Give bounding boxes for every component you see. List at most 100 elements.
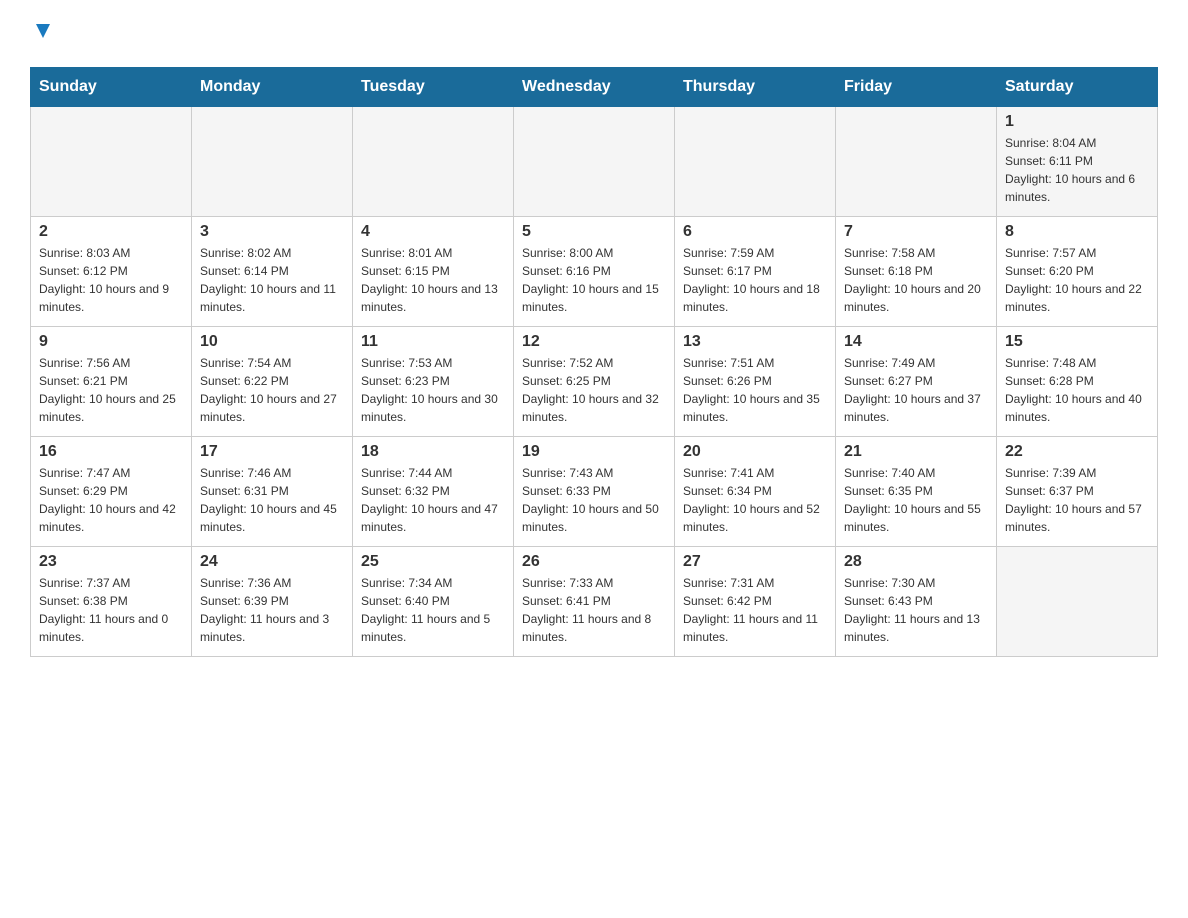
day-info: Sunrise: 7:33 AM Sunset: 6:41 PM Dayligh… (522, 574, 666, 646)
calendar-cell: 17 Sunrise: 7:46 AM Sunset: 6:31 PM Dayli… (192, 437, 353, 547)
calendar-cell (997, 547, 1158, 657)
calendar-cell: 27 Sunrise: 7:31 AM Sunset: 6:42 PM Dayli… (675, 547, 836, 657)
calendar-cell: 19 Sunrise: 7:43 AM Sunset: 6:33 PM Dayli… (514, 437, 675, 547)
day-number: 23 (39, 553, 183, 571)
day-number: 6 (683, 223, 827, 241)
calendar-cell: 14Sunrise: 7:49 AM Sunset: 6:27 PM Dayli… (836, 327, 997, 437)
calendar-cell: 22 Sunrise: 7:39 AM Sunset: 6:37 PM Dayli… (997, 437, 1158, 547)
day-info: Sunrise: 7:48 AM Sunset: 6:28 PM Dayligh… (1005, 354, 1149, 426)
day-number: 2 (39, 223, 183, 241)
calendar-cell (836, 107, 997, 217)
calendar-cell: 15 Sunrise: 7:48 AM Sunset: 6:28 PM Dayli… (997, 327, 1158, 437)
day-info: Sunrise: 7:53 AM Sunset: 6:23 PM Dayligh… (361, 354, 505, 426)
day-number: 25 (361, 553, 505, 571)
day-number: 3 (200, 223, 344, 241)
day-info: Sunrise: 7:57 AM Sunset: 6:20 PM Dayligh… (1005, 244, 1149, 316)
calendar-cell (353, 107, 514, 217)
calendar-cell (675, 107, 836, 217)
day-info: Sunrise: 7:58 AM Sunset: 6:18 PM Dayligh… (844, 244, 988, 316)
calendar-cell: 7 Sunrise: 7:58 AM Sunset: 6:18 PM Daylig… (836, 217, 997, 327)
day-info: Sunrise: 7:43 AM Sunset: 6:33 PM Dayligh… (522, 464, 666, 536)
calendar-cell: 13 Sunrise: 7:51 AM Sunset: 6:26 PM Dayli… (675, 327, 836, 437)
day-info: Sunrise: 7:36 AM Sunset: 6:39 PM Dayligh… (200, 574, 344, 646)
day-number: 28 (844, 553, 988, 571)
day-number: 18 (361, 443, 505, 461)
day-info: Sunrise: 7:52 AM Sunset: 6:25 PM Dayligh… (522, 354, 666, 426)
calendar-cell: 25 Sunrise: 7:34 AM Sunset: 6:40 PM Dayli… (353, 547, 514, 657)
day-info: Sunrise: 7:54 AM Sunset: 6:22 PM Dayligh… (200, 354, 344, 426)
calendar-week-row: 16Sunrise: 7:47 AM Sunset: 6:29 PM Dayli… (31, 437, 1158, 547)
day-info: Sunrise: 8:01 AM Sunset: 6:15 PM Dayligh… (361, 244, 505, 316)
calendar-cell: 21 Sunrise: 7:40 AM Sunset: 6:35 PM Dayli… (836, 437, 997, 547)
day-number: 11 (361, 333, 505, 351)
logo-arrow-icon (32, 20, 54, 42)
calendar-week-row: 9 Sunrise: 7:56 AM Sunset: 6:21 PM Daylig… (31, 327, 1158, 437)
calendar-cell: 12 Sunrise: 7:52 AM Sunset: 6:25 PM Dayli… (514, 327, 675, 437)
day-info: Sunrise: 8:03 AM Sunset: 6:12 PM Dayligh… (39, 244, 183, 316)
calendar-cell: 9 Sunrise: 7:56 AM Sunset: 6:21 PM Daylig… (31, 327, 192, 437)
header-monday: Monday (192, 68, 353, 107)
calendar-cell (514, 107, 675, 217)
day-info: Sunrise: 7:56 AM Sunset: 6:21 PM Dayligh… (39, 354, 183, 426)
day-info: Sunrise: 7:39 AM Sunset: 6:37 PM Dayligh… (1005, 464, 1149, 536)
day-number: 24 (200, 553, 344, 571)
calendar-cell: 16Sunrise: 7:47 AM Sunset: 6:29 PM Dayli… (31, 437, 192, 547)
header-sunday: Sunday (31, 68, 192, 107)
logo (30, 20, 54, 47)
calendar-cell: 3 Sunrise: 8:02 AM Sunset: 6:14 PM Daylig… (192, 217, 353, 327)
day-info: Sunrise: 8:00 AM Sunset: 6:16 PM Dayligh… (522, 244, 666, 316)
calendar-cell: 20Sunrise: 7:41 AM Sunset: 6:34 PM Dayli… (675, 437, 836, 547)
day-info: Sunrise: 7:46 AM Sunset: 6:31 PM Dayligh… (200, 464, 344, 536)
day-number: 1 (1005, 113, 1149, 131)
day-number: 21 (844, 443, 988, 461)
calendar-cell: 28 Sunrise: 7:30 AM Sunset: 6:43 PM Dayli… (836, 547, 997, 657)
calendar-cell (31, 107, 192, 217)
day-number: 16 (39, 443, 183, 461)
day-number: 26 (522, 553, 666, 571)
day-number: 7 (844, 223, 988, 241)
day-info: Sunrise: 7:31 AM Sunset: 6:42 PM Dayligh… (683, 574, 827, 646)
day-number: 5 (522, 223, 666, 241)
calendar-cell: 8 Sunrise: 7:57 AM Sunset: 6:20 PM Daylig… (997, 217, 1158, 327)
header-tuesday: Tuesday (353, 68, 514, 107)
calendar-table: Sunday Monday Tuesday Wednesday Thursday… (30, 67, 1158, 657)
day-number: 27 (683, 553, 827, 571)
page-header (30, 20, 1158, 47)
calendar-cell (192, 107, 353, 217)
calendar-cell: 5 Sunrise: 8:00 AM Sunset: 6:16 PM Daylig… (514, 217, 675, 327)
calendar-cell: 6 Sunrise: 7:59 AM Sunset: 6:17 PM Daylig… (675, 217, 836, 327)
calendar-cell: 23 Sunrise: 7:37 AM Sunset: 6:38 PM Dayli… (31, 547, 192, 657)
header-thursday: Thursday (675, 68, 836, 107)
day-info: Sunrise: 7:49 AM Sunset: 6:27 PM Dayligh… (844, 354, 988, 426)
calendar-week-row: 1 Sunrise: 8:04 AM Sunset: 6:11 PM Daylig… (31, 107, 1158, 217)
calendar-cell: 26 Sunrise: 7:33 AM Sunset: 6:41 PM Dayli… (514, 547, 675, 657)
calendar-cell: 10Sunrise: 7:54 AM Sunset: 6:22 PM Dayli… (192, 327, 353, 437)
day-info: Sunrise: 7:51 AM Sunset: 6:26 PM Dayligh… (683, 354, 827, 426)
day-number: 17 (200, 443, 344, 461)
day-number: 19 (522, 443, 666, 461)
calendar-header-row: Sunday Monday Tuesday Wednesday Thursday… (31, 68, 1158, 107)
header-saturday: Saturday (997, 68, 1158, 107)
header-wednesday: Wednesday (514, 68, 675, 107)
calendar-cell: 18Sunrise: 7:44 AM Sunset: 6:32 PM Dayli… (353, 437, 514, 547)
calendar-cell: 1 Sunrise: 8:04 AM Sunset: 6:11 PM Daylig… (997, 107, 1158, 217)
header-friday: Friday (836, 68, 997, 107)
day-info: Sunrise: 8:04 AM Sunset: 6:11 PM Dayligh… (1005, 134, 1149, 206)
day-info: Sunrise: 7:30 AM Sunset: 6:43 PM Dayligh… (844, 574, 988, 646)
calendar-cell: 4 Sunrise: 8:01 AM Sunset: 6:15 PM Daylig… (353, 217, 514, 327)
day-number: 8 (1005, 223, 1149, 241)
calendar-cell: 11 Sunrise: 7:53 AM Sunset: 6:23 PM Dayli… (353, 327, 514, 437)
day-number: 12 (522, 333, 666, 351)
day-info: Sunrise: 7:34 AM Sunset: 6:40 PM Dayligh… (361, 574, 505, 646)
day-number: 9 (39, 333, 183, 351)
day-number: 15 (1005, 333, 1149, 351)
day-number: 13 (683, 333, 827, 351)
day-info: Sunrise: 7:37 AM Sunset: 6:38 PM Dayligh… (39, 574, 183, 646)
calendar-cell: 24 Sunrise: 7:36 AM Sunset: 6:39 PM Dayli… (192, 547, 353, 657)
day-number: 4 (361, 223, 505, 241)
day-info: Sunrise: 8:02 AM Sunset: 6:14 PM Dayligh… (200, 244, 344, 316)
calendar-week-row: 2 Sunrise: 8:03 AM Sunset: 6:12 PM Daylig… (31, 217, 1158, 327)
day-info: Sunrise: 7:59 AM Sunset: 6:17 PM Dayligh… (683, 244, 827, 316)
day-info: Sunrise: 7:40 AM Sunset: 6:35 PM Dayligh… (844, 464, 988, 536)
day-number: 22 (1005, 443, 1149, 461)
